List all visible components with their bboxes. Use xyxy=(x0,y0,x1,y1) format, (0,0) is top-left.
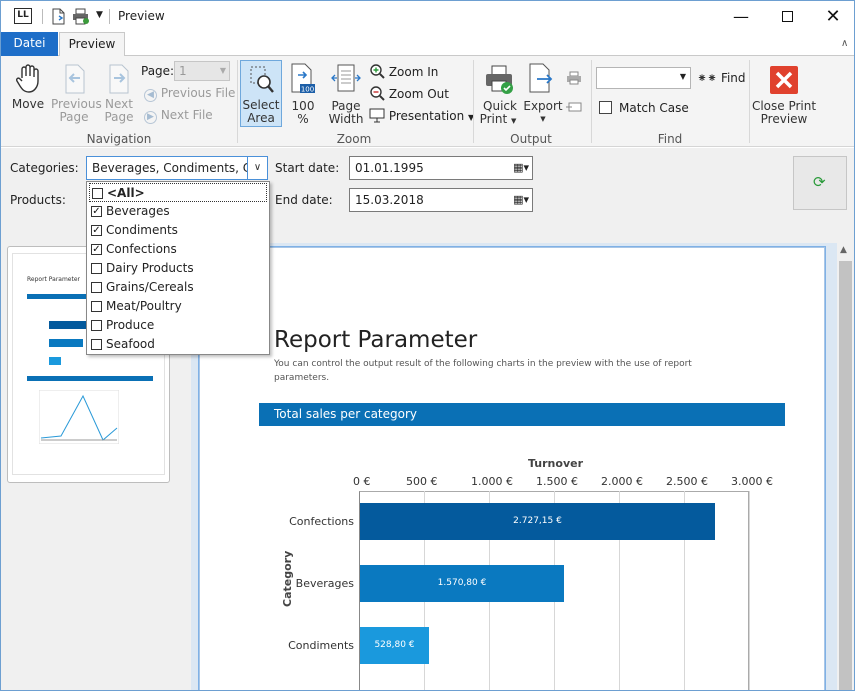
dropdown-item[interactable]: Produce xyxy=(89,316,267,335)
checkbox-unchecked-icon[interactable] xyxy=(91,301,102,312)
dropdown-item[interactable]: Dairy Products xyxy=(89,259,267,278)
chart-x-tick-label: 1.500 € xyxy=(536,475,578,488)
dropdown-item-label: Condiments xyxy=(106,223,178,237)
dropdown-item[interactable]: Seafood xyxy=(89,335,267,354)
preview-window: LL ▼ Preview — ✕ Datei Preview Move Prev… xyxy=(0,0,855,691)
dropdown-item-label: Beverages xyxy=(106,204,170,218)
chart-gridline xyxy=(749,491,750,690)
dropdown-item-label: <All> xyxy=(107,186,145,200)
dropdown-item-label: Confections xyxy=(106,242,177,256)
chart-bar-value-label: 2.727,15 € xyxy=(513,516,562,526)
categories-dropdown-list: <All> ✓ Beverages ✓ Condiments ✓ Confections Da… xyxy=(86,181,270,355)
dropdown-item[interactable]: ✓ Confections xyxy=(89,240,267,259)
dropdown-item[interactable]: ✓ Beverages xyxy=(89,202,267,221)
chart-x-tick-label: 2.500 € xyxy=(666,475,708,488)
chart-bar: 528,80 € xyxy=(360,627,429,664)
chart-category-label: Beverages xyxy=(295,577,354,590)
dropdown-item[interactable]: Meat/Poultry xyxy=(89,297,267,316)
dropdown-item-label: Produce xyxy=(106,318,155,332)
checkbox-unchecked-icon[interactable] xyxy=(91,263,102,274)
chart-bar: 2.727,15 € xyxy=(360,503,715,540)
dropdown-item-label: Grains/Cereals xyxy=(106,280,194,294)
dropdown-item-label: Seafood xyxy=(106,337,155,351)
dropdown-item[interactable]: <All> xyxy=(89,183,267,202)
checkbox-unchecked-icon[interactable] xyxy=(91,339,102,350)
chart-x-tick-label: 2.000 € xyxy=(601,475,643,488)
checkbox-checked-icon[interactable]: ✓ xyxy=(91,225,102,236)
chart-bar-value-label: 1.570,80 € xyxy=(437,578,487,588)
dropdown-item-label: Meat/Poultry xyxy=(106,299,182,313)
chart-category-label: Confections xyxy=(289,515,354,528)
chart-bar-value-label: 528,80 € xyxy=(374,640,415,650)
dropdown-item[interactable]: Grains/Cereals xyxy=(89,278,267,297)
chart-category-label: Condiments xyxy=(288,639,354,652)
checkbox-unchecked-icon[interactable] xyxy=(91,320,102,331)
checkbox-checked-icon[interactable]: ✓ xyxy=(91,244,102,255)
dropdown-item-label: Dairy Products xyxy=(106,261,194,275)
chart-x-tick-label: 1.000 € xyxy=(471,475,513,488)
chart-x-tick-label: 3.000 € xyxy=(731,475,773,488)
chart-x-tick-label: 500 € xyxy=(406,475,438,488)
dropdown-item[interactable]: ✓ Condiments xyxy=(89,221,267,240)
checkbox-checked-icon[interactable]: ✓ xyxy=(91,206,102,217)
chart-y-axis-title: Category xyxy=(281,550,294,607)
chart-x-tick-label: 0 € xyxy=(353,475,371,488)
chart-bar: 1.570,80 € xyxy=(360,565,564,602)
checkbox-unchecked-icon[interactable] xyxy=(92,188,103,199)
checkbox-unchecked-icon[interactable] xyxy=(91,282,102,293)
